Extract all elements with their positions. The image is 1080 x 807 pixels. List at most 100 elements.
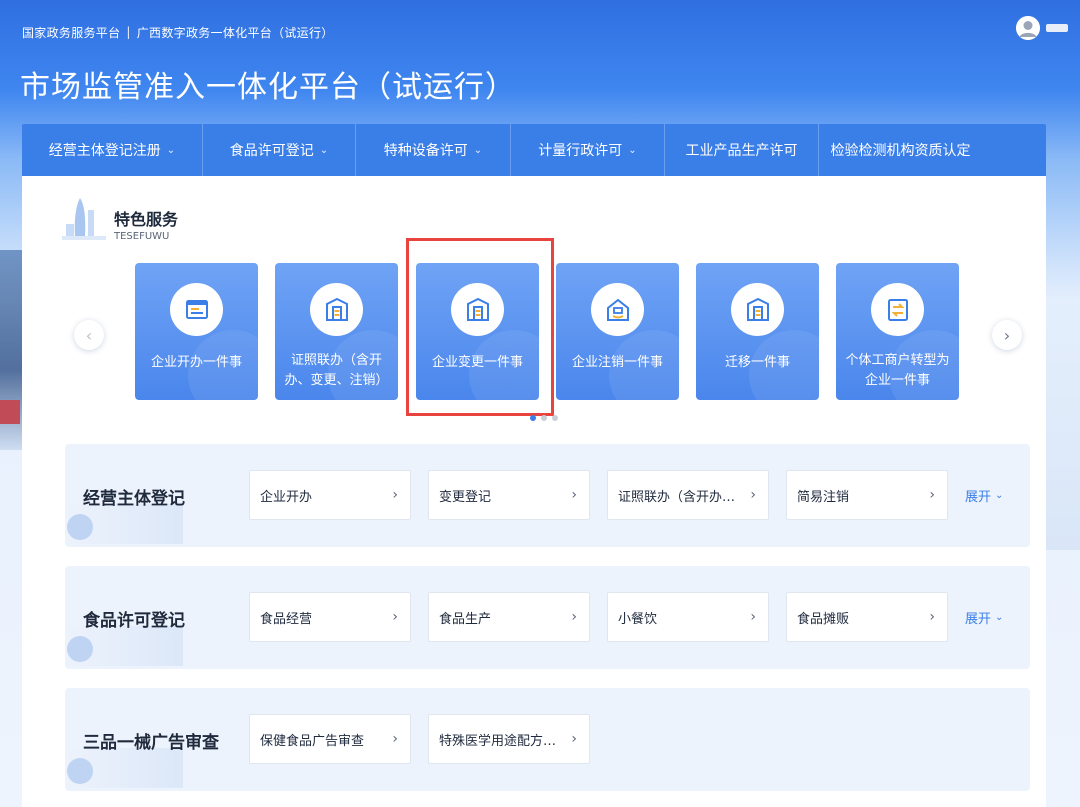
nav-item-special-equipment[interactable]: 特种设备许可 ⌄ bbox=[356, 124, 511, 176]
service-health-food-ad-review[interactable]: 保健食品广告审查 › bbox=[249, 714, 411, 764]
service-label: 企业开办 bbox=[260, 489, 313, 505]
service-label: 保健食品广告审查 bbox=[260, 733, 365, 749]
section-business-registration: 经营主体登记 企业开办 › 变更登记 › 证照联办（含开办… › 简易注销 › … bbox=[65, 444, 1030, 547]
breadcrumb-national-platform[interactable]: 国家政务服务平台 bbox=[22, 24, 120, 41]
section-food-license: 食品许可登记 食品经营 › 食品生产 › 小餐饮 › 食品摊贩 › 展开 ⌄ bbox=[65, 566, 1030, 669]
nav-item-metrology[interactable]: 计量行政许可 ⌄ bbox=[511, 124, 665, 176]
transfer-icon bbox=[871, 283, 924, 336]
service-change-registration[interactable]: 变更登记 › bbox=[428, 470, 590, 520]
feature-title: 特色服务 bbox=[114, 210, 179, 229]
main-nav: 经营主体登记注册 ⌄ 食品许可登记 ⌄ 特种设备许可 ⌄ 计量行政许可 ⌄ 工业… bbox=[22, 124, 1046, 176]
chevron-down-icon: ⌄ bbox=[166, 144, 176, 156]
feature-card-joint-license[interactable]: 证照联办（含开办、变更、注销） bbox=[275, 263, 398, 400]
carousel-dot-2[interactable] bbox=[541, 415, 547, 421]
card-label: 迁移一件事 bbox=[724, 355, 790, 370]
chevron-right-icon: › bbox=[392, 609, 398, 625]
service-food-vendor[interactable]: 食品摊贩 › bbox=[786, 592, 948, 642]
chevron-right-icon: › bbox=[929, 609, 935, 625]
search-decor-icon bbox=[67, 758, 93, 784]
service-label: 食品摊贩 bbox=[797, 611, 850, 627]
carousel-prev-button[interactable]: ‹ bbox=[74, 320, 104, 350]
feature-city-logo-icon bbox=[62, 194, 106, 244]
background-skyline-left bbox=[0, 250, 24, 450]
cloche-decor-icon bbox=[67, 636, 93, 662]
nav-item-business-registration[interactable]: 经营主体登记注册 ⌄ bbox=[22, 124, 203, 176]
form-window-icon bbox=[170, 283, 223, 336]
chevron-down-icon: ⌄ bbox=[995, 612, 1004, 623]
carousel-dot-3[interactable] bbox=[552, 415, 558, 421]
nav-item-label: 食品许可登记 bbox=[229, 143, 314, 159]
expand-button[interactable]: 展开 ⌄ bbox=[965, 486, 1003, 505]
nav-item-industrial-production[interactable]: 工业产品生产许可 bbox=[665, 124, 819, 176]
main-content: 特色服务 TESEFUWU ‹ 企业开办一件事 证照联办（含开办、变更、注销） … bbox=[22, 176, 1046, 807]
carousel-next-button[interactable]: › bbox=[992, 320, 1022, 350]
card-label: 企业变更一件事 bbox=[431, 355, 523, 370]
chevron-right-icon: › bbox=[1003, 325, 1011, 345]
page-title: 市场监管准入一体化平台（试运行） bbox=[20, 70, 516, 105]
feature-card-enterprise-deregistration[interactable]: 企业注销一件事 bbox=[556, 263, 679, 400]
user-name-placeholder bbox=[1046, 24, 1068, 32]
nav-item-label: 工业产品生产许可 bbox=[685, 143, 798, 159]
feature-card-relocation[interactable]: 迁移一件事 bbox=[696, 263, 819, 400]
nav-item-label: 特种设备许可 bbox=[383, 143, 468, 159]
section-title: 三品一械广告审查 bbox=[83, 733, 219, 753]
house-decor-icon bbox=[67, 514, 93, 540]
card-label: 企业开办一件事 bbox=[150, 355, 242, 370]
service-label: 小餐饮 bbox=[618, 611, 658, 627]
house-icon bbox=[591, 283, 644, 336]
service-label: 特殊医学用途配方… bbox=[439, 733, 557, 749]
card-label: 证照联办（含开办、变更、注销） bbox=[284, 353, 389, 388]
breadcrumb-guangxi-platform[interactable]: 广西数字政务一体化平台（试运行） bbox=[137, 24, 334, 41]
feature-card-enterprise-setup[interactable]: 企业开办一件事 bbox=[135, 263, 258, 400]
section-title: 经营主体登记 bbox=[83, 489, 185, 509]
nav-item-label: 计量行政许可 bbox=[538, 143, 623, 159]
chevron-right-icon: › bbox=[571, 609, 577, 625]
chevron-down-icon: ⌄ bbox=[628, 144, 637, 156]
service-enterprise-setup[interactable]: 企业开办 › bbox=[249, 470, 411, 520]
chevron-right-icon: › bbox=[571, 487, 577, 503]
top-breadcrumb: 国家政务服务平台 | 广西数字政务一体化平台（试运行） bbox=[22, 22, 334, 42]
card-label: 个体工商户转型为企业一件事 bbox=[845, 353, 950, 388]
chevron-down-icon: ⌄ bbox=[995, 490, 1004, 501]
nav-item-label: 检验检测机构资质认定 bbox=[830, 143, 971, 159]
service-label: 食品生产 bbox=[439, 611, 492, 627]
chevron-right-icon: › bbox=[929, 487, 935, 503]
service-special-medical-formula[interactable]: 特殊医学用途配方… › bbox=[428, 714, 590, 764]
chevron-right-icon: › bbox=[750, 487, 756, 503]
chevron-right-icon: › bbox=[392, 487, 398, 503]
service-label: 证照联办（含开办… bbox=[618, 489, 736, 505]
service-label: 变更登记 bbox=[439, 489, 492, 505]
card-label: 企业注销一件事 bbox=[571, 355, 663, 370]
service-food-production[interactable]: 食品生产 › bbox=[428, 592, 590, 642]
nav-item-inspection-certification[interactable]: 检验检测机构资质认定 bbox=[819, 124, 982, 176]
feature-subtitle: TESEFUWU bbox=[114, 231, 170, 242]
chevron-left-icon: ‹ bbox=[85, 325, 93, 345]
service-small-catering[interactable]: 小餐饮 › bbox=[607, 592, 769, 642]
nav-item-label: 经营主体登记注册 bbox=[48, 143, 161, 159]
expand-label: 展开 bbox=[965, 612, 992, 627]
chevron-right-icon: › bbox=[750, 609, 756, 625]
chevron-down-icon: ⌄ bbox=[473, 144, 483, 156]
service-simple-deregistration[interactable]: 简易注销 › bbox=[786, 470, 948, 520]
building-icon bbox=[731, 283, 784, 336]
service-joint-license[interactable]: 证照联办（含开办… › bbox=[607, 470, 769, 520]
service-food-business[interactable]: 食品经营 › bbox=[249, 592, 411, 642]
chevron-down-icon: ⌄ bbox=[319, 144, 329, 156]
section-ad-review: 三品一械广告审查 保健食品广告审查 › 特殊医学用途配方… › bbox=[65, 688, 1030, 791]
chevron-right-icon: › bbox=[571, 731, 577, 747]
user-avatar-icon[interactable] bbox=[1016, 16, 1040, 40]
building-icon bbox=[310, 283, 363, 336]
expand-button[interactable]: 展开 ⌄ bbox=[965, 608, 1003, 627]
expand-label: 展开 bbox=[965, 490, 992, 505]
carousel-pagination bbox=[530, 415, 558, 421]
feature-card-individual-to-enterprise[interactable]: 个体工商户转型为企业一件事 bbox=[836, 263, 959, 400]
service-label: 食品经营 bbox=[260, 611, 313, 627]
breadcrumb-separator: | bbox=[126, 25, 131, 39]
nav-item-food-license[interactable]: 食品许可登记 ⌄ bbox=[203, 124, 356, 176]
service-label: 简易注销 bbox=[797, 489, 850, 505]
feature-card-enterprise-change[interactable]: 企业变更一件事 bbox=[416, 263, 539, 400]
building-icon bbox=[451, 283, 504, 336]
chevron-right-icon: › bbox=[392, 731, 398, 747]
user-area[interactable] bbox=[1016, 16, 1068, 40]
carousel-dot-1[interactable] bbox=[530, 415, 536, 421]
